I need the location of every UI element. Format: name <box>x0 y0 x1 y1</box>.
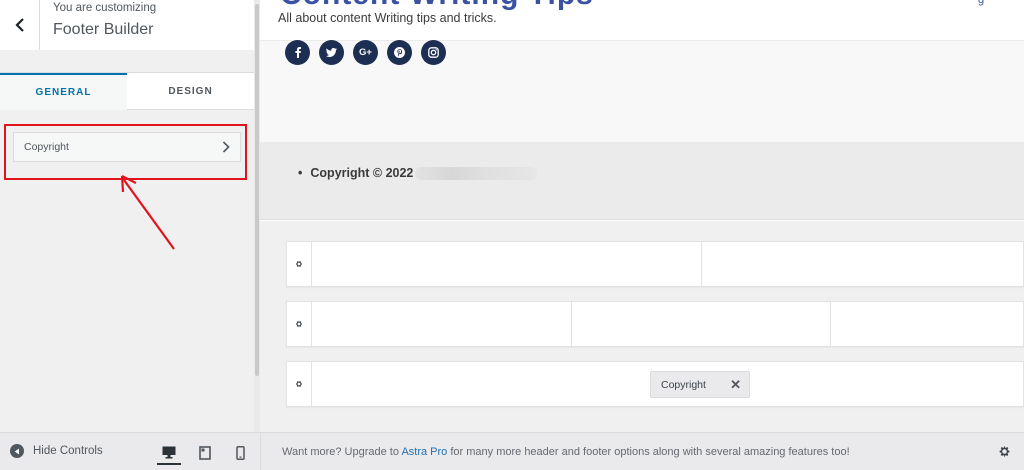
customizer-sidebar: You are customizing Footer Builder GENER… <box>0 0 254 432</box>
copyright-item[interactable]: • Copyright © 2022 <box>298 166 538 180</box>
upgrade-notice: Want more? Upgrade to Astra Pro for many… <box>282 446 850 458</box>
panel-title: Footer Builder <box>53 21 154 38</box>
builder-row-below[interactable]: Copyright ✕ <box>286 361 1024 407</box>
facebook-icon[interactable] <box>285 40 310 65</box>
copyright-text: Copyright © 2022 <box>310 166 414 180</box>
annotation-arrow <box>120 175 175 250</box>
preview-tablet-button[interactable] <box>193 441 217 465</box>
column-divider <box>701 242 702 286</box>
preview-mobile-button[interactable] <box>228 441 252 465</box>
column-divider <box>571 302 572 346</box>
chevron-left-icon <box>14 18 24 32</box>
pinterest-icon[interactable] <box>387 40 412 65</box>
settings-gear-icon[interactable] <box>998 445 1011 463</box>
list-bullet: • <box>298 166 303 180</box>
customizing-label: You are customizing <box>53 2 157 14</box>
chip-label: Copyright <box>661 378 706 391</box>
tab-design[interactable]: DESIGN <box>127 73 254 110</box>
desktop-icon <box>162 446 176 458</box>
preview-desktop-button[interactable] <box>157 441 181 465</box>
tab-general[interactable]: GENERAL <box>0 73 127 110</box>
footer-divider <box>260 433 261 470</box>
builder-row-primary[interactable] <box>286 301 1024 347</box>
upgrade-text-before: Want more? Upgrade to <box>282 446 402 458</box>
copyright-component-chip[interactable]: Copyright ✕ <box>650 371 750 398</box>
mobile-icon <box>235 446 245 460</box>
twitter-icon[interactable] <box>319 40 344 65</box>
site-preview: Content Writing Tips All about content W… <box>260 0 1024 432</box>
remove-close-icon[interactable]: ✕ <box>730 377 741 393</box>
copyright-bar: • Copyright © 2022 <box>260 142 1024 220</box>
sidebar-header: You are customizing Footer Builder <box>40 0 254 50</box>
collapse-arrow-icon <box>10 444 24 458</box>
row-settings-gear-icon[interactable] <box>287 242 312 286</box>
header-link-fragment[interactable]: g <box>978 0 984 6</box>
upgrade-text-after: for many more header and footer options … <box>447 446 850 458</box>
site-tagline: All about content Writing tips and trick… <box>278 11 497 25</box>
customizer-footer-bar: Hide Controls Want more? Upgrade to Astr… <box>0 432 1024 470</box>
column-divider <box>830 302 831 346</box>
social-icons: G+ <box>285 40 446 65</box>
hide-controls-label: Hide Controls <box>33 445 103 457</box>
blurred-site-name <box>415 166 538 180</box>
hide-controls-button[interactable]: Hide Controls <box>10 444 103 458</box>
tablet-icon <box>199 446 211 460</box>
row-settings-gear-icon[interactable] <box>287 302 312 346</box>
row-settings-gear-icon[interactable] <box>287 362 312 406</box>
back-button[interactable] <box>0 0 40 50</box>
builder-row-above[interactable] <box>286 241 1024 287</box>
scrollbar-thumb[interactable] <box>255 4 259 376</box>
astra-pro-link[interactable]: Astra Pro <box>401 446 447 458</box>
panel-tabs: GENERAL DESIGN <box>0 72 254 110</box>
instagram-icon[interactable] <box>421 40 446 65</box>
google-plus-icon[interactable]: G+ <box>353 40 378 65</box>
